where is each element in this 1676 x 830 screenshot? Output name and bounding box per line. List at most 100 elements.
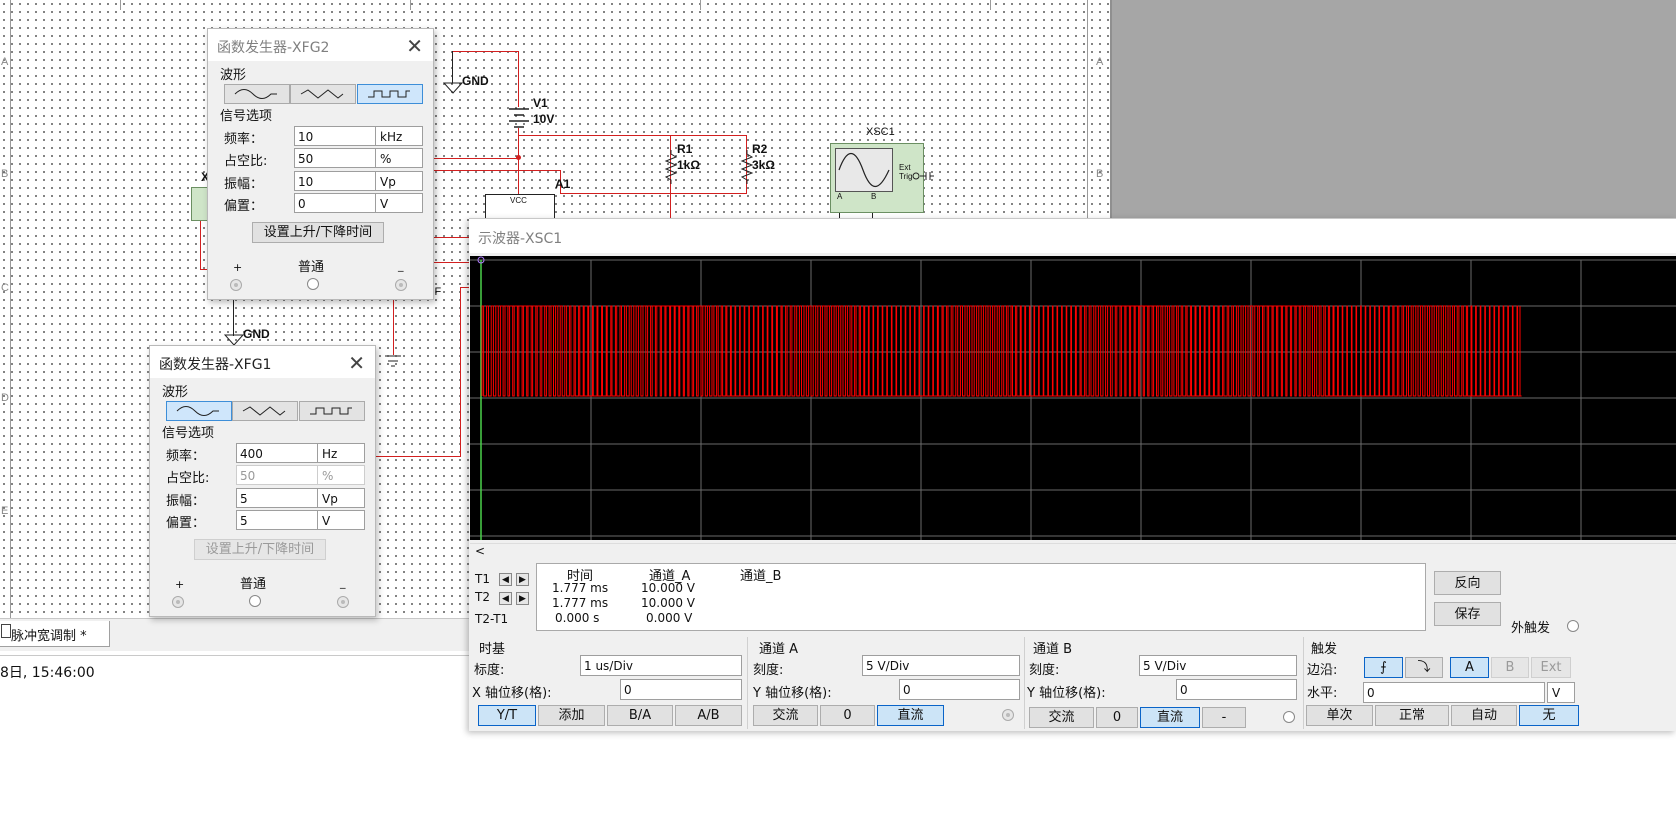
wire[interactable] [375,456,461,457]
chb-scale-field[interactable]: 5 V/Div [1139,655,1297,676]
chb-minus-button[interactable]: - [1202,707,1246,728]
xfg2-common-terminal[interactable] [307,278,319,290]
cha-ypos-field[interactable]: 0 [899,679,1020,700]
none-button[interactable]: 无 [1519,705,1579,726]
xfg2-amp-field[interactable]: 10 [294,171,376,191]
auto-button[interactable]: 自动 [1451,705,1517,726]
xfg2-offset-unit[interactable]: V [375,193,423,213]
battery-icon[interactable] [508,106,530,130]
trigger-a-button[interactable]: A [1450,657,1489,678]
yt-button[interactable]: Y/T [478,705,536,726]
wire[interactable] [432,237,470,238]
xfg1-freq-unit[interactable]: Hz [317,443,365,463]
single-button[interactable]: 单次 [1306,705,1373,726]
xfg2-amp-label: 振幅： [224,177,264,192]
xfg1-amp-field[interactable]: 5 [236,488,318,508]
t2-left-button[interactable]: ◀ [499,592,512,605]
tab-pwm[interactable]: 脉冲宽调制 * [0,621,110,647]
rising-edge-button[interactable]: ⨍ [1364,657,1403,678]
xfg2-offset-field[interactable]: 0 [294,193,376,213]
xfg2-rise-fall-button[interactable]: 设置上升/下降时间 [252,222,384,243]
chb-title: 通道 B [1033,642,1073,657]
t1-right-button[interactable]: ▶ [516,573,529,586]
xfg1-freq-field[interactable]: 400 [236,443,318,463]
wire[interactable] [518,128,519,198]
xfg1-minus-terminal[interactable] [337,596,349,608]
close-icon[interactable]: ✕ [406,34,423,58]
rising-edge-icon: ⨍ [1380,660,1387,675]
close-icon[interactable]: ✕ [348,351,365,375]
xfg1-common-terminal[interactable] [249,595,261,607]
oscilloscope-component[interactable]: Ext Trig A B [830,143,924,213]
xfg1-offset-field[interactable]: 5 [236,510,318,530]
reverse-button[interactable]: 反向 [1434,571,1501,595]
trigger-b-button[interactable]: B [1491,657,1529,678]
wire[interactable] [460,287,461,457]
wire[interactable] [432,262,470,263]
xfg1-square-button[interactable] [299,401,365,421]
t1-cha: 10.000 V [641,581,696,595]
chb-dc-button[interactable]: 直流 [1140,707,1200,728]
cha-ac-button[interactable]: 交流 [753,705,818,726]
xfg1-plus-label: + [175,578,185,591]
xfg2-duty-field[interactable]: 50 [294,148,376,168]
osc-titlebar[interactable]: 示波器-XSC1 [469,219,1676,253]
timebase-xpos-field[interactable]: 0 [620,679,742,700]
ext-trigger-radio[interactable] [1567,620,1579,632]
xfg1-duty-field[interactable]: 50 [236,465,318,485]
wire[interactable] [432,158,520,159]
cha-zero-button[interactable]: 0 [820,705,875,726]
wire[interactable] [452,51,519,52]
t2t1-label: T2-T1 [475,612,509,626]
ba-button[interactable]: B/A [607,705,673,726]
osc-display[interactable] [470,256,1676,540]
xfg2-amp-unit[interactable]: Vp [375,171,423,191]
status-timestamp: 8日, 15:46:00 [0,665,95,681]
xfg1-duty-unit[interactable]: % [317,465,365,485]
xfg2-freq-unit[interactable]: kHz [375,126,423,146]
xfg2-titlebar[interactable]: 函数发生器-XFG2 ✕ [208,29,433,61]
chb-radio[interactable] [1283,711,1295,723]
xfg2-plus-terminal[interactable] [230,279,242,291]
timebase-scale-field[interactable]: 1 us/Div [580,655,742,676]
t1-left-button[interactable]: ◀ [499,573,512,586]
xfg2-sine-button[interactable] [224,84,290,104]
xfg1-titlebar[interactable]: 函数发生器-XFG1 ✕ [150,346,375,378]
wire[interactable] [518,135,747,136]
xfg2-triangle-button[interactable] [290,84,356,104]
xfg1-sine-button[interactable] [166,401,232,421]
t2-right-button[interactable]: ▶ [516,592,529,605]
falling-edge-button[interactable]: ⤵ [1405,657,1443,678]
scroll-left-arrow[interactable]: < [475,544,485,558]
xfg2-minus-terminal[interactable] [395,279,407,291]
trigger-level-field[interactable]: 0 [1363,682,1545,703]
chb-zero-button[interactable]: 0 [1096,707,1138,728]
add-button[interactable]: 添加 [538,705,605,726]
xfg2-square-button[interactable] [357,84,423,104]
chb-ac-button[interactable]: 交流 [1029,707,1094,728]
trigger-level-unit[interactable]: V [1547,682,1575,703]
wire[interactable] [518,51,519,107]
xfg1-triangle-button[interactable] [232,401,298,421]
osc-scrollbar[interactable]: < [470,543,1676,560]
xfg2-duty-unit[interactable]: % [375,148,423,168]
chb-ypos-field[interactable]: 0 [1176,679,1297,700]
cha-dc-button[interactable]: 直流 [877,705,944,726]
xfg1-amp-unit[interactable]: Vp [317,488,365,508]
trigger-ext-button[interactable]: Ext [1531,657,1571,678]
cha-scale-field[interactable]: 5 V/Div [862,655,1020,676]
save-button[interactable]: 保存 [1434,602,1501,626]
normal-button[interactable]: 正常 [1375,705,1449,726]
xfg1-rise-fall-button[interactable]: 设置上升/下降时间 [194,539,326,560]
resistor-r1-icon[interactable] [664,150,678,184]
wire[interactable] [432,170,561,171]
component-a1[interactable]: VCC [485,194,555,220]
xfg1-offset-unit[interactable]: V [317,510,365,530]
wire[interactable] [393,300,394,355]
cha-radio[interactable] [1002,709,1014,721]
wire[interactable] [560,193,747,194]
wire[interactable] [200,218,201,270]
ab-button[interactable]: A/B [675,705,742,726]
xfg2-freq-field[interactable]: 10 [294,126,376,146]
xfg1-plus-terminal[interactable] [172,596,184,608]
